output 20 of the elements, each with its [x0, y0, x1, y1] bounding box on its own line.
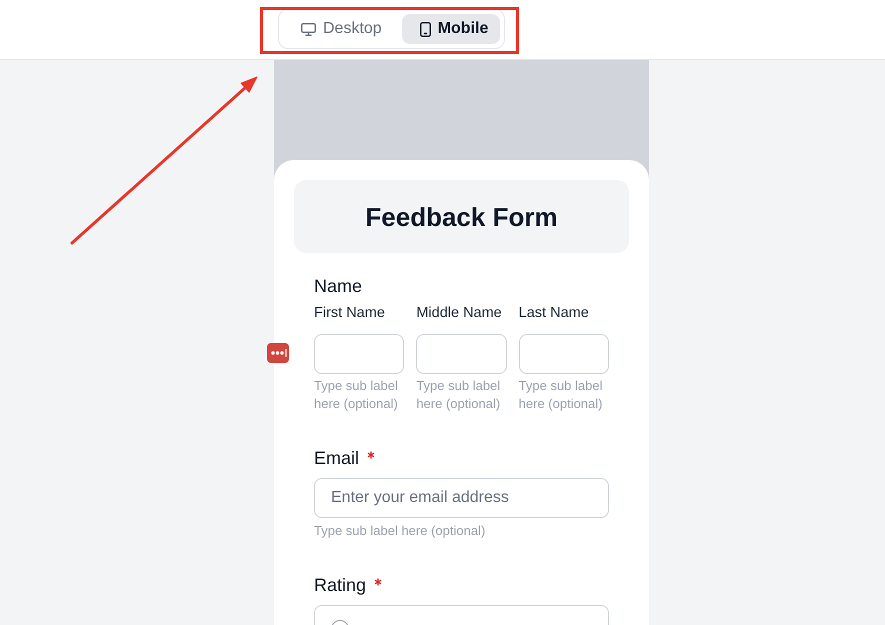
sub-field-label: Middle Name: [416, 304, 503, 323]
view-tab[interactable]: Mobile: [402, 14, 500, 44]
text-input[interactable]: [416, 334, 507, 374]
sub-field-label: First Name: [314, 304, 386, 323]
monitor-icon: [301, 22, 316, 36]
text-input[interactable]: [314, 334, 404, 374]
view-tab[interactable]: Desktop: [283, 14, 394, 44]
sub-field-label: Last Name: [518, 304, 590, 323]
field-label: Name: [314, 275, 362, 297]
email-input[interactable]: Enter your email address: [314, 478, 609, 518]
smartphone-icon: [420, 22, 431, 36]
ellipsis-icon[interactable]: [267, 343, 289, 363]
text-input[interactable]: [518, 334, 609, 374]
field-label: Email: [314, 447, 360, 469]
form-title: Feedback Form: [365, 200, 558, 232]
helper-text: Type sub label here (optional): [314, 377, 399, 413]
helper-text: Type sub label here (optional): [416, 377, 502, 413]
helper-text: Type sub label here (optional): [518, 377, 604, 413]
helper-text: Type sub label here (optional): [314, 522, 486, 540]
field-label: Rating: [314, 574, 366, 596]
